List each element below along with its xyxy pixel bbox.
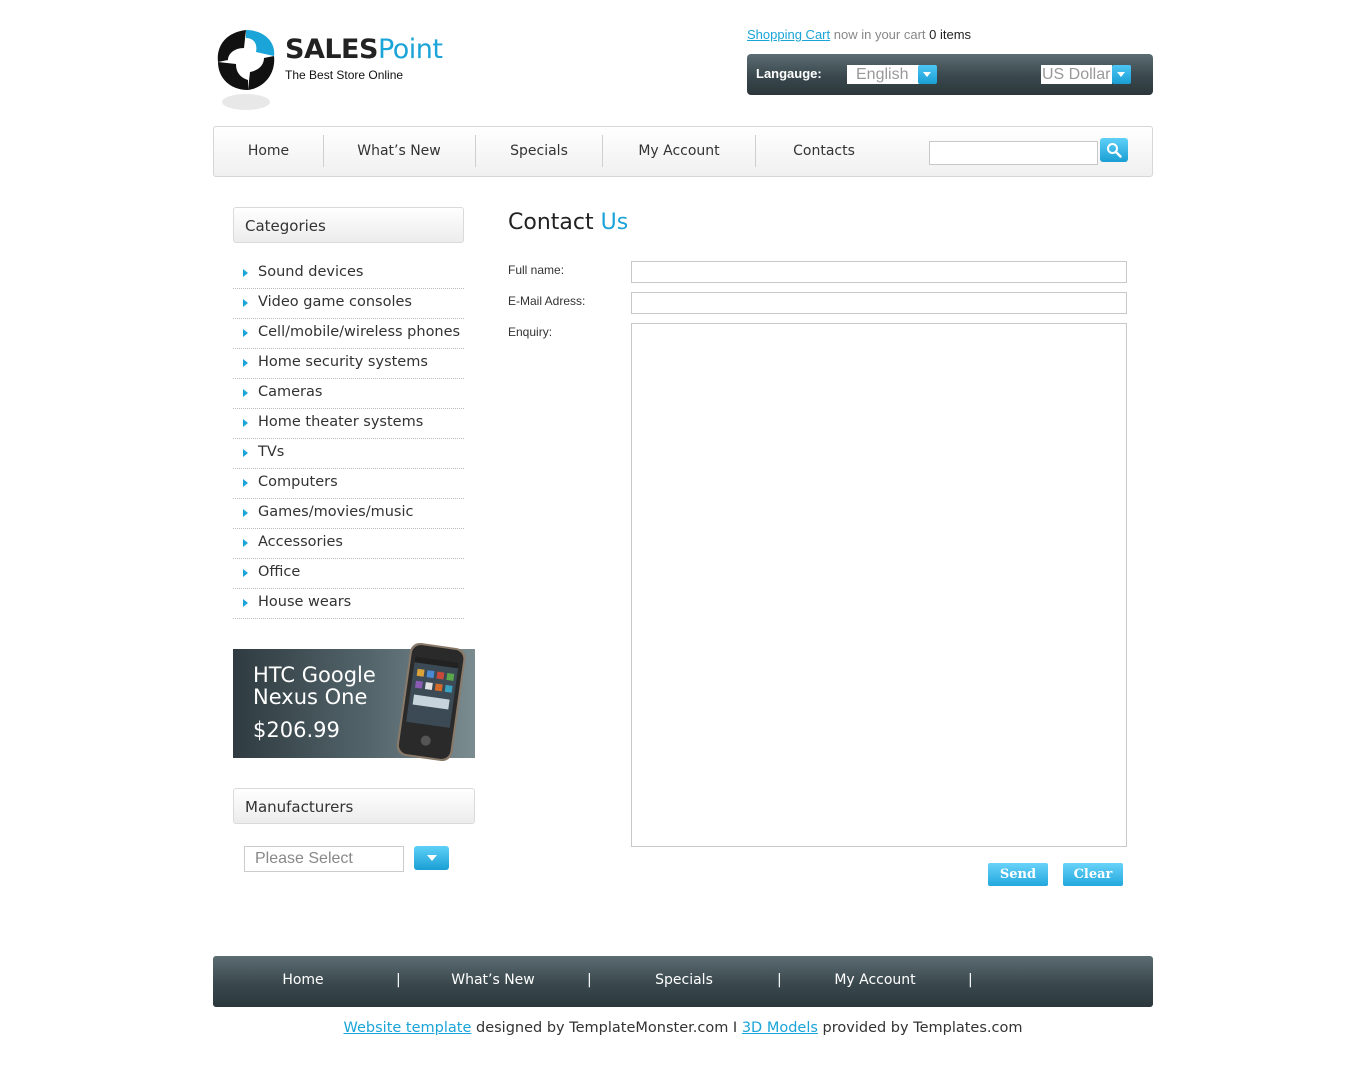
category-label: Cameras	[258, 384, 323, 400]
footer-nav-my-account[interactable]: My Account	[800, 956, 950, 1004]
manufacturers-select[interactable]: Please Select	[244, 846, 404, 872]
manufacturers-select-value: Please Select	[255, 850, 353, 867]
shopping-cart-link[interactable]: Shopping Cart	[747, 27, 830, 42]
category-label: TVs	[258, 444, 285, 460]
footer-separator: |	[396, 972, 401, 988]
categories-title: Categories	[245, 217, 326, 235]
language-select[interactable]: English	[847, 65, 926, 84]
manufacturers-dropdown-arrow-icon[interactable]	[414, 846, 449, 870]
arrow-right-icon	[243, 599, 248, 607]
category-item[interactable]: Games/movies/music	[233, 499, 464, 529]
promo-banner[interactable]: HTC Google Nexus One $206.99	[233, 642, 475, 762]
send-button[interactable]: Send	[988, 863, 1048, 886]
arrow-right-icon	[243, 479, 248, 487]
arrow-right-icon	[243, 329, 248, 337]
nav-my-account[interactable]: My Account	[603, 127, 755, 176]
nav-contacts[interactable]: Contacts	[756, 127, 892, 176]
category-item[interactable]: Office	[233, 559, 464, 589]
full-name-label: Full name:	[508, 263, 565, 277]
arrow-right-icon	[243, 299, 248, 307]
category-item[interactable]: Cell/mobile/wireless phones	[233, 319, 464, 349]
top-navigation: Home What’s New Specials My Account Cont…	[213, 126, 1153, 177]
category-label: Video game consoles	[258, 294, 412, 310]
search-input[interactable]	[929, 141, 1098, 165]
email-label: E-Mail Adress:	[508, 294, 586, 308]
arrow-right-icon	[243, 359, 248, 367]
full-name-field[interactable]	[631, 261, 1127, 283]
cart-text: now in your cart	[833, 27, 926, 42]
category-item[interactable]: Cameras	[233, 379, 464, 409]
categories-header: Categories	[233, 207, 464, 243]
category-item[interactable]: Computers	[233, 469, 464, 499]
arrow-right-icon	[243, 449, 248, 457]
promo-price: $206.99	[253, 718, 340, 742]
category-label: Accessories	[258, 534, 343, 550]
language-dropdown-arrow-icon[interactable]	[918, 65, 937, 84]
footer-nav-home[interactable]: Home	[228, 956, 378, 1004]
currency-dropdown-arrow-icon[interactable]	[1112, 65, 1131, 84]
logo-brand-light: Point	[377, 34, 443, 65]
nav-whats-new[interactable]: What’s New	[324, 127, 474, 176]
category-label: House wears	[258, 594, 352, 610]
manufacturers-header: Manufacturers	[233, 788, 475, 824]
arrow-right-icon	[243, 509, 248, 517]
arrow-right-icon	[243, 569, 248, 577]
page-title-accent: Us	[600, 210, 629, 235]
cart-items-label: items	[940, 27, 972, 42]
copyright-text-2: provided by Templates.com	[822, 1020, 1023, 1036]
footer-nav-whats-new[interactable]: What’s New	[418, 956, 568, 1004]
logo[interactable]: SALESPoint The Best Store Online	[213, 24, 443, 114]
phone-image	[396, 642, 466, 762]
category-label: Home security systems	[258, 354, 428, 370]
category-label: Games/movies/music	[258, 504, 414, 520]
logo-mark-icon	[217, 30, 275, 110]
language-label: Langauge:	[756, 66, 822, 81]
footer-separator: |	[777, 972, 782, 988]
category-item[interactable]: Accessories	[233, 529, 464, 559]
arrow-right-icon	[243, 419, 248, 427]
category-item[interactable]: TVs	[233, 439, 464, 469]
language-currency-bar: Langauge: English US Dollar	[747, 54, 1153, 95]
category-label: Computers	[258, 474, 338, 490]
logo-brand: SALESPoint	[285, 34, 443, 65]
search-button[interactable]	[1100, 138, 1128, 162]
arrow-right-icon	[243, 389, 248, 397]
logo-tagline: The Best Store Online	[285, 68, 404, 82]
page-title-plain: Contact	[508, 210, 594, 235]
copyright-text-1: designed by TemplateMonster.com I	[475, 1020, 738, 1036]
enquiry-label: Enquiry:	[508, 325, 553, 339]
3d-models-link[interactable]: 3D Models	[742, 1020, 818, 1036]
arrow-right-icon	[243, 539, 248, 547]
currency-select[interactable]: US Dollar	[1041, 65, 1112, 84]
nav-specials[interactable]: Specials	[476, 127, 602, 176]
category-label: Sound devices	[258, 264, 364, 280]
category-item[interactable]: Sound devices	[233, 259, 464, 289]
category-item[interactable]: Video game consoles	[233, 289, 464, 319]
footer-separator: |	[968, 972, 973, 988]
footer-nav-specials[interactable]: Specials	[609, 956, 759, 1004]
copyright: Website template designed by TemplateMon…	[0, 1020, 1366, 1036]
category-label: Home theater systems	[258, 414, 424, 430]
enquiry-field[interactable]	[631, 323, 1127, 847]
category-item[interactable]: House wears	[233, 589, 464, 619]
cart-status: Shopping Cart now in your cart 0 items	[747, 27, 971, 42]
footer-navigation: Home | What’s New | Specials | My Accoun…	[213, 956, 1153, 1007]
cart-count: 0	[929, 27, 937, 42]
clear-button[interactable]: Clear	[1063, 863, 1123, 886]
category-item[interactable]: Home security systems	[233, 349, 464, 379]
nav-home[interactable]: Home	[214, 127, 323, 176]
promo-product-name: HTC Google Nexus One	[253, 663, 376, 709]
search-icon	[1107, 143, 1122, 158]
footer-separator: |	[587, 972, 592, 988]
category-label: Office	[258, 564, 301, 580]
manufacturers-title: Manufacturers	[245, 798, 354, 816]
category-label: Cell/mobile/wireless phones	[258, 324, 461, 340]
website-template-link[interactable]: Website template	[344, 1020, 472, 1036]
logo-brand-bold: SALES	[285, 34, 378, 65]
category-item[interactable]: Home theater systems	[233, 409, 464, 439]
arrow-right-icon	[243, 269, 248, 277]
email-field[interactable]	[631, 292, 1127, 314]
page-title: Contact Us	[508, 210, 628, 235]
